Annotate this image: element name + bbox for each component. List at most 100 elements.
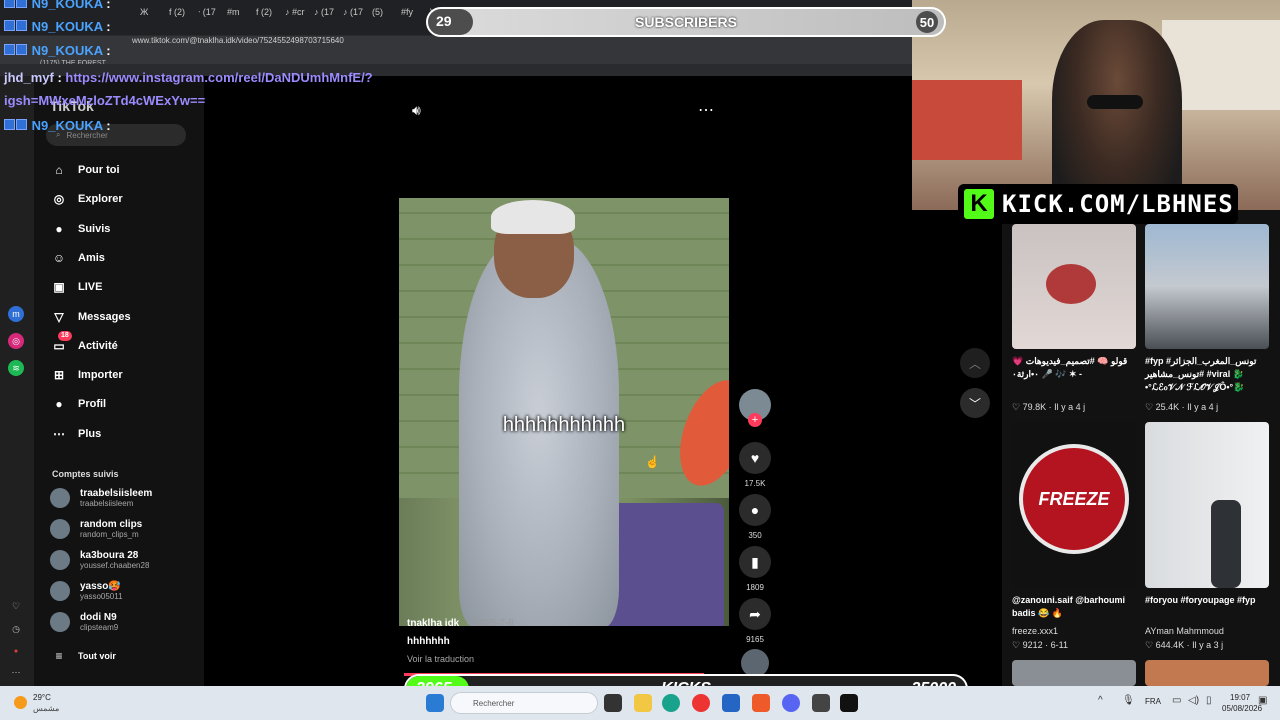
language-indicator[interactable]: FRA <box>1145 697 1161 706</box>
following-account[interactable]: ka3boura 28 youssef.chaaben28 <box>50 546 149 574</box>
task-view-icon[interactable] <box>604 694 622 712</box>
following-account[interactable]: random clips random_clips_m <box>50 515 142 543</box>
spotify-icon[interactable]: ≋ <box>8 360 24 376</box>
video-card-thumbnail[interactable] <box>1145 224 1269 349</box>
activity-badge: 18 <box>58 330 72 341</box>
previous-video-button[interactable]: ︿ <box>960 348 990 378</box>
browser-tab[interactable]: ♪ (17 <box>343 7 363 17</box>
weather-icon[interactable] <box>14 696 27 709</box>
mouse-cursor-icon: ☝ <box>645 455 660 469</box>
taskbar-search-input[interactable]: Rechercher <box>450 692 598 714</box>
card-title[interactable]: #fyp #تونس_المغرب_الجزائر #تونس_مشاهير #… <box>1145 355 1269 394</box>
video-card-thumbnail[interactable] <box>1012 660 1136 686</box>
subscriber-goal-bar: 29 SUBSCRIBERS 50 <box>426 7 946 37</box>
subscriber-goal-label: SUBSCRIBERS <box>635 14 737 30</box>
account-username: clipsteam9 <box>80 623 119 632</box>
card-title[interactable]: @zanouni.saif @barhoumi badis 😂 🔥 <box>1012 594 1136 620</box>
more-icon[interactable]: ⋯ <box>8 664 24 680</box>
discord-icon[interactable] <box>782 694 800 712</box>
chat-message: N9_KOUKA : <box>4 43 111 58</box>
obs-icon[interactable] <box>812 694 830 712</box>
nav-label: Plus <box>78 427 102 440</box>
opera-icon[interactable] <box>692 694 710 712</box>
browser-tab[interactable]: ♪ #cr <box>285 7 305 17</box>
browser-tab[interactable]: f (2) <box>169 7 185 17</box>
browser-tab[interactable]: ᐧ (17 <box>198 7 216 18</box>
volume-icon[interactable]: ◁) <box>1188 695 1199 706</box>
video-author[interactable]: tnaklha idk <box>407 618 459 629</box>
heart-icon: ♡ <box>1012 640 1023 650</box>
video-card-thumbnail[interactable]: FREEZE <box>1012 422 1136 588</box>
video-card-thumbnail[interactable] <box>1145 422 1269 588</box>
notification-icon[interactable]: ▣ <box>1258 695 1267 706</box>
author-avatar-button[interactable]: + <box>739 389 771 427</box>
nav-item-explorer[interactable]: ◎ Explorer <box>50 187 123 211</box>
microphone-icon[interactable]: 🎙︎ <box>1122 695 1135 706</box>
browser-tab[interactable]: f (2) <box>256 7 272 17</box>
card-author[interactable]: freeze.xxx1 <box>1012 626 1058 636</box>
browser-tab[interactable]: ♪ (17 <box>314 7 334 17</box>
heart-icon[interactable]: ♡ <box>8 598 24 614</box>
browser-tab[interactable]: (5) <box>372 7 383 17</box>
start-icon[interactable] <box>426 694 444 712</box>
file-explorer-icon[interactable] <box>634 694 652 712</box>
webcam-overlay <box>912 0 1280 210</box>
video-options-icon[interactable]: ⋯ <box>698 100 714 120</box>
network-icon[interactable]: ▭ <box>1172 695 1181 706</box>
see-all-link[interactable]: ≡ Tout voir <box>50 644 116 668</box>
upload-icon: ⊞ <box>53 368 65 383</box>
browser-tab[interactable]: #fy <box>401 7 413 17</box>
browser-tab[interactable]: Ж <box>140 7 148 17</box>
heart-icon: ♡ <box>1012 402 1023 412</box>
nav-item-pourtoi[interactable]: ⌂ Pour toi <box>50 158 119 182</box>
see-translation-link[interactable]: Voir la traduction <box>407 654 474 664</box>
next-video-button[interactable]: ﹀ <box>960 388 990 418</box>
clock-date[interactable]: 05/08/2026 <box>1222 704 1262 713</box>
following-account[interactable]: traabelsiisleem traabelsiisleem <box>50 484 152 512</box>
history-icon[interactable]: ◷ <box>8 621 24 637</box>
kick-banner: K KICK.COM/LBHNES <box>958 184 1238 224</box>
nav-item-suivis[interactable]: ● Suivis <box>50 217 110 241</box>
nav-item-activit[interactable]: ▭ 18 Activité <box>50 330 118 358</box>
nav-item-plus[interactable]: ⋯ Plus <box>50 422 101 446</box>
comment-button[interactable]: ● 350 <box>739 494 771 540</box>
like-button[interactable]: ♥ 17.5K <box>739 442 771 488</box>
share-button[interactable]: ➦ 9165 <box>739 598 771 644</box>
weather-desc[interactable]: مشمس <box>33 704 59 713</box>
nav-item-profil[interactable]: ● Profil <box>50 392 106 416</box>
video-card-thumbnail[interactable] <box>1012 224 1136 349</box>
nav-item-importer[interactable]: ⊞ Importer <box>50 363 123 387</box>
following-account[interactable]: yasso🥵 yasso05011 <box>50 577 123 605</box>
following-account[interactable]: dodi N9 clipsteam9 <box>50 608 118 636</box>
volume-icon[interactable]: 🔊︎ <box>412 102 421 119</box>
card-stats: ♡ 79.8K · Il y a 4 j <box>1012 402 1086 412</box>
tray-chevron-icon[interactable]: ^ <box>1098 695 1103 706</box>
chat-message: jhd_myf : https://www.instagram.com/reel… <box>4 70 373 85</box>
card-title[interactable]: #foryou #foryoupage #fyp <box>1145 594 1269 607</box>
url-text[interactable]: www.tiktok.com/@tnaklha.idk/video/752455… <box>132 36 344 45</box>
capcut-icon[interactable] <box>840 694 858 712</box>
brave-icon[interactable] <box>752 694 770 712</box>
card-author[interactable]: AYman Mahmmoud <box>1145 626 1224 636</box>
clock-time[interactable]: 19:07 <box>1230 693 1250 702</box>
follow-plus-icon[interactable]: + <box>748 413 762 427</box>
weather-temp[interactable]: 29°C <box>33 693 51 702</box>
save-button[interactable]: ▮ 1809 <box>739 546 771 592</box>
record-icon[interactable]: ● <box>8 644 24 660</box>
nav-item-live[interactable]: ▣ LIVE <box>50 275 102 299</box>
friends-icon: ☺ <box>52 250 66 265</box>
video-player[interactable] <box>399 198 729 626</box>
browser-tab[interactable]: #m <box>227 7 240 17</box>
nav-item-amis[interactable]: ☺ Amis <box>50 246 105 270</box>
nav-item-messages[interactable]: ▽ Messages <box>50 305 130 329</box>
sound-disc-button[interactable] <box>739 649 771 677</box>
instagram-icon[interactable]: ◎ <box>8 333 24 349</box>
edge-icon[interactable] <box>662 694 680 712</box>
messenger-icon[interactable]: m <box>8 306 24 322</box>
store-icon[interactable] <box>722 694 740 712</box>
battery-icon[interactable]: ▯ <box>1206 695 1212 706</box>
video-card-thumbnail[interactable] <box>1145 660 1269 686</box>
card-title[interactable]: 💗 قولو 🧠 #تصميم_فيديوهات 🎶 🎤 ٠•ارثة٠ ✶ - <box>1012 355 1136 381</box>
freeze-logo: FREEZE <box>1019 444 1129 554</box>
see-all-label: Tout voir <box>78 651 116 661</box>
